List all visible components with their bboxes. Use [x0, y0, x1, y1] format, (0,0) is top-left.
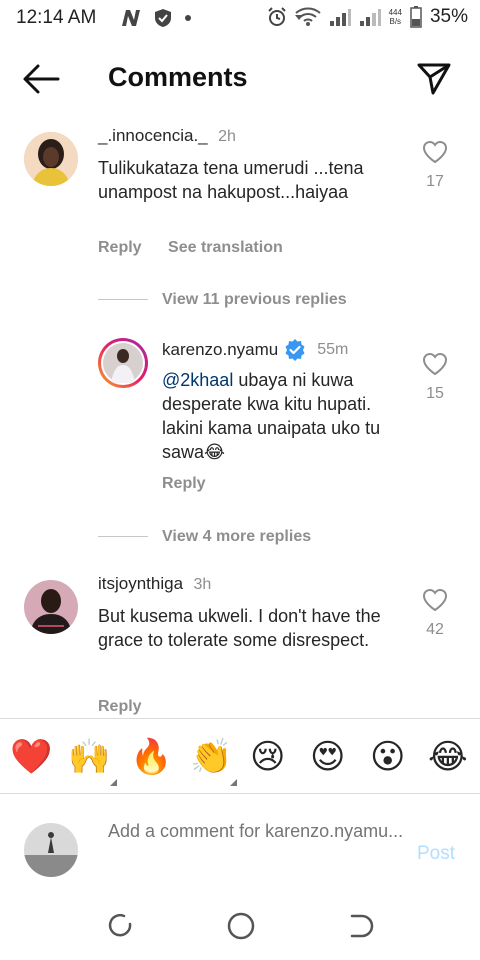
avatar[interactable] [24, 132, 78, 186]
reply-button[interactable]: Reply [98, 239, 142, 256]
reply-button[interactable]: Reply [98, 698, 142, 715]
reply-time: 55m [317, 341, 349, 358]
emoji-quick-bar: ❤️ 🙌 🔥 👏 😢 😍 😮 😂 [0, 718, 480, 794]
divider [98, 536, 148, 537]
status-right: 444 B/s 35% [267, 6, 468, 28]
current-user-avatar [24, 823, 78, 877]
emoji-variant-indicator [110, 779, 117, 786]
reply-button[interactable]: Reply [162, 475, 206, 492]
system-nav-bar [0, 900, 480, 960]
status-bar: 12:14 AM 444 B/s 35% [0, 0, 480, 38]
like-control: 42 [415, 588, 455, 639]
battery-icon [410, 6, 422, 28]
comment-username[interactable]: itsjoynthiga [98, 574, 183, 593]
alarm-icon [267, 7, 286, 26]
status-notification-icons [120, 8, 192, 28]
comment-item: itsjoynthiga 3h But kusema ukweli. I don… [0, 574, 480, 718]
emoji-clapping-hands[interactable]: 👏 [190, 737, 232, 777]
view-previous-replies-button[interactable]: View 11 previous replies [162, 291, 347, 309]
heart-icon[interactable] [422, 352, 448, 376]
dot-icon [185, 15, 191, 21]
network-speed-unit: B/s [389, 17, 402, 26]
emoji-raised-hands[interactable]: 🙌 [68, 737, 110, 777]
emoji-tears-of-joy[interactable]: 😂 [428, 737, 468, 777]
emoji-variant-indicator [230, 779, 237, 786]
battery-percent: 35% [429, 6, 468, 27]
add-comment-bar: Post [0, 795, 480, 905]
avatar-image [24, 132, 78, 186]
wifi-icon [294, 7, 321, 26]
avatar[interactable] [98, 338, 148, 388]
avatar-image [24, 823, 78, 877]
post-button[interactable]: Post [417, 843, 455, 865]
back-button[interactable] [22, 62, 62, 96]
comment-time: 2h [218, 128, 236, 145]
comment-item: _.innocencia._ 2h Tulikukataza tena umer… [0, 126, 480, 276]
like-count: 42 [426, 621, 444, 638]
heart-icon[interactable] [422, 140, 448, 164]
view-more-replies-button[interactable]: View 4 more replies [162, 528, 311, 546]
like-control: 15 [415, 352, 455, 403]
verified-badge-icon [285, 339, 305, 361]
see-translation-button[interactable]: See translation [168, 239, 283, 256]
heart-icon[interactable] [422, 588, 448, 612]
avatar-image [101, 341, 145, 385]
comment-input[interactable] [108, 819, 408, 871]
comments-header: Comments [0, 40, 480, 116]
mention-link[interactable]: @2khaal [162, 370, 233, 390]
page-title: Comments [108, 62, 248, 92]
arrow-left-icon [23, 64, 60, 94]
like-control: 17 [415, 140, 455, 191]
home-icon[interactable] [226, 911, 256, 941]
signal-icon-1 [329, 9, 351, 26]
share-button[interactable] [416, 60, 452, 96]
reply-item: karenzo.nyamu 55m @2khaal ubaya ni kuwa … [0, 338, 480, 508]
shield-icon [155, 9, 171, 27]
signal-icon-2 [359, 9, 381, 26]
emoji-crying-face[interactable]: 😢 [250, 737, 285, 777]
comment-text: Tulikukataza tena umerudi ...tena unampo… [98, 158, 364, 202]
n-app-icon [122, 10, 140, 26]
network-speed: 444 B/s [389, 8, 402, 26]
network-speed-value: 444 [388, 8, 402, 17]
emoji-heart-eyes[interactable]: 😍 [310, 737, 345, 777]
comment-username[interactable]: _.innocencia._ [98, 126, 208, 145]
like-count: 15 [426, 385, 444, 402]
avatar-image [24, 580, 78, 634]
like-count: 17 [426, 173, 444, 190]
comment-text: But kusema ukweli. I don't have the grac… [98, 606, 381, 650]
emoji-red-heart[interactable]: ❤️ [10, 737, 52, 777]
paper-plane-icon [417, 63, 451, 95]
comment-time: 3h [193, 576, 212, 593]
status-time: 12:14 AM [16, 7, 97, 28]
divider [98, 299, 148, 300]
reply-username[interactable]: karenzo.nyamu [162, 340, 278, 360]
reply-text: @2khaal ubaya ni kuwa desperate kwa kitu… [162, 368, 402, 464]
avatar[interactable] [24, 580, 78, 634]
back-nav-icon[interactable] [346, 912, 374, 940]
emoji-open-mouth[interactable]: 😮 [370, 737, 405, 777]
recent-apps-icon[interactable] [106, 912, 134, 940]
emoji-fire[interactable]: 🔥 [130, 737, 172, 777]
